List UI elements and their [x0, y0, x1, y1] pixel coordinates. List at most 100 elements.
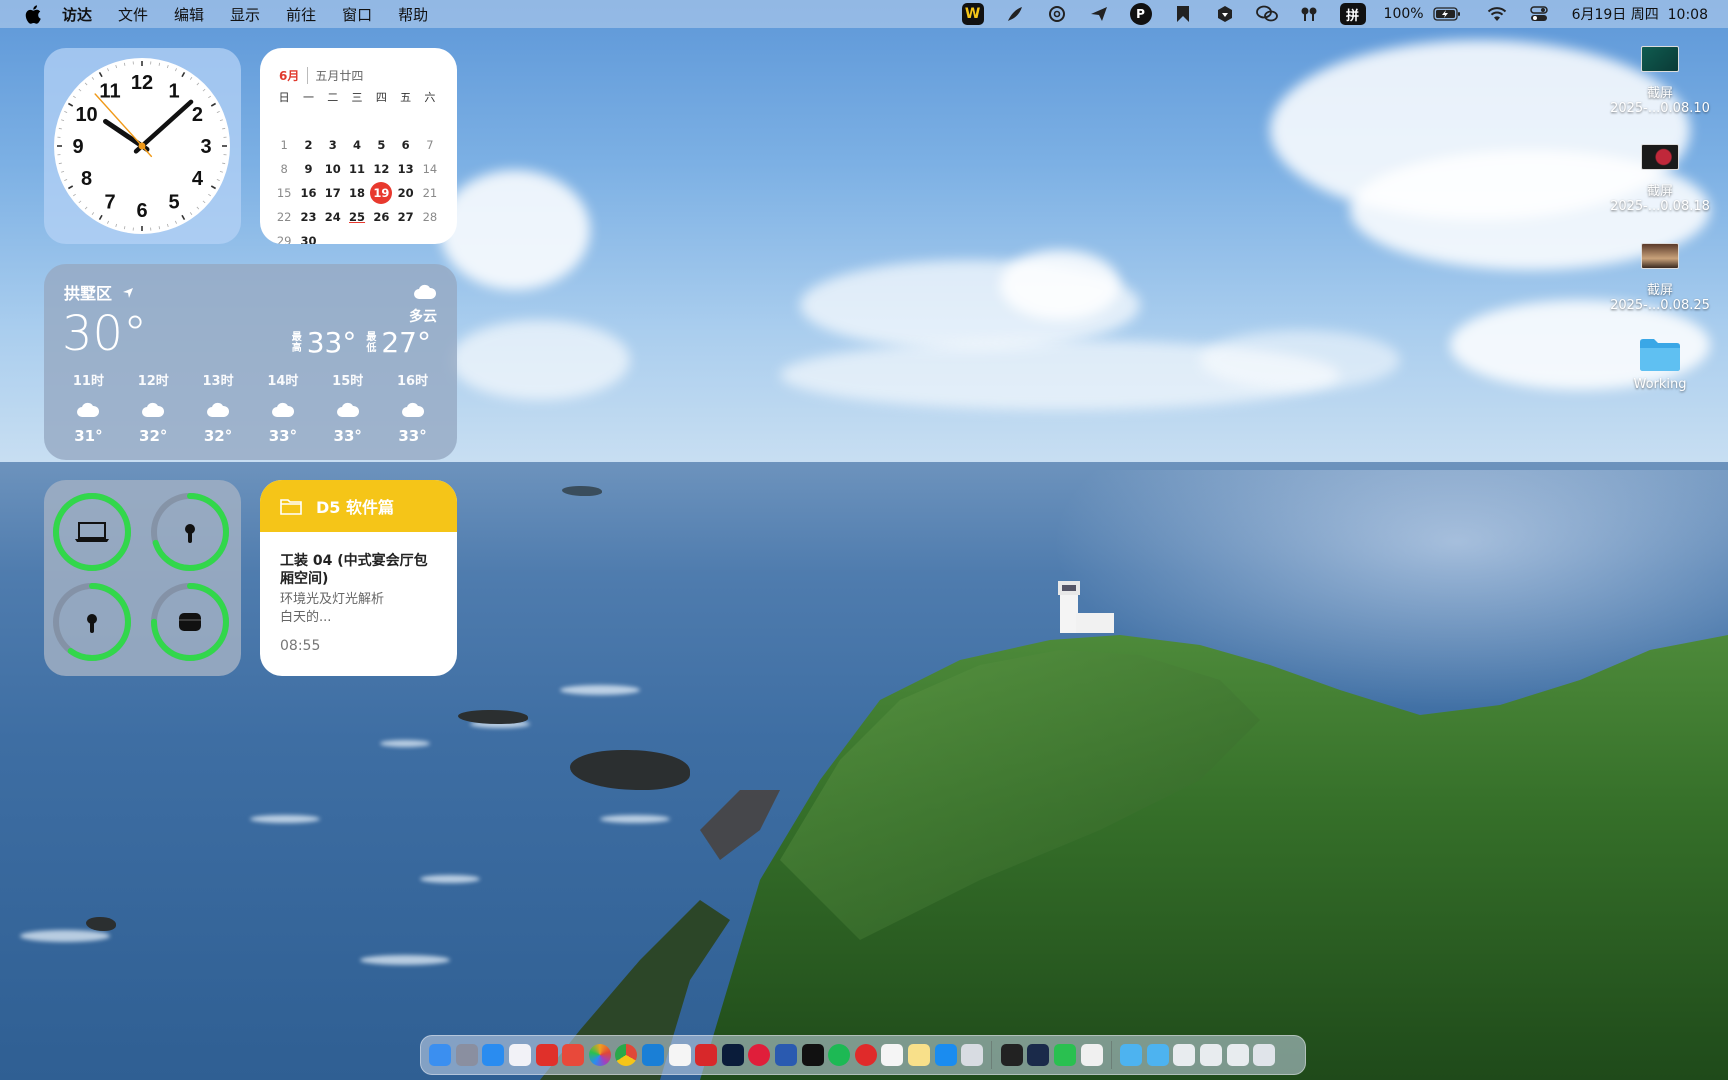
dock-preview-icon[interactable]	[961, 1044, 984, 1066]
menu-file[interactable]: 文件	[118, 4, 148, 25]
calendar-day[interactable]: 26	[369, 208, 393, 227]
calendar-day[interactable]: 27	[393, 208, 417, 227]
folder-icon	[280, 499, 302, 515]
dock-wps-icon[interactable]	[535, 1044, 558, 1066]
dock-cube-icon[interactable]	[1027, 1044, 1050, 1066]
location-arrow-icon	[122, 288, 133, 298]
cube-icon[interactable]	[1214, 3, 1236, 25]
dock-chatgpt-icon[interactable]	[881, 1044, 904, 1066]
dock-folder-1-icon[interactable]	[1120, 1044, 1143, 1066]
airpods-icon[interactable]	[1298, 3, 1320, 25]
desktop-file-screenshot-2[interactable]: 截屏 2025-...0.08.18	[1605, 144, 1715, 214]
menu-view[interactable]: 显示	[230, 4, 260, 25]
calendar-day[interactable]: 11	[345, 160, 369, 179]
dock-safari-icon[interactable]	[482, 1044, 505, 1066]
notes-widget[interactable]: D5 软件篇 工装 04 (中式宴会厅包厢空间) 环境光及灯光解析 白天的...…	[260, 480, 457, 676]
input-method-icon[interactable]: 拼	[1339, 3, 1366, 25]
calendar-day[interactable]: 7	[418, 136, 442, 155]
dock-folder-2-icon[interactable]	[1146, 1044, 1169, 1066]
calendar-day[interactable]: 13	[393, 160, 417, 179]
dock-app-store-icon[interactable]	[934, 1044, 957, 1066]
dock-stack-3-icon[interactable]	[1226, 1044, 1249, 1066]
calendar-widget[interactable]: 6月 五月廿四 日一二三四五六 1 2 3 4 5 6 7 8 9 10 11 12 13 14 15 16 17…	[260, 48, 457, 244]
dock-edge-icon[interactable]	[642, 1044, 665, 1066]
calendar-day[interactable]: 17	[321, 184, 345, 203]
weather-widget[interactable]: 拱墅区 30° 多云 最高 33° 最低 27° 11时 31° 12时 32° 13时…	[44, 264, 457, 460]
dock-trash-icon[interactable]	[1253, 1044, 1276, 1066]
dock-wechat-icon[interactable]	[1053, 1044, 1076, 1066]
dock-icloud-icon[interactable]	[1080, 1044, 1103, 1066]
calendar-day[interactable]: 4	[345, 136, 369, 155]
clock-numeral: 5	[168, 191, 179, 213]
calendar-day[interactable]: 1	[272, 136, 296, 155]
dock-freeform-icon[interactable]	[509, 1044, 532, 1066]
calendar-day[interactable]: 9	[296, 160, 320, 179]
desktop-file-screenshot-1[interactable]: 截屏 2025-...0.08.10	[1605, 46, 1715, 116]
calendar-day[interactable]: 8	[272, 160, 296, 179]
battery-icon[interactable]	[1432, 3, 1462, 25]
calendar-day[interactable]: 23	[296, 208, 320, 227]
calendar-day[interactable]: 24	[321, 208, 345, 227]
calendar-weekday: 五	[400, 91, 412, 104]
dock-netease-music-icon[interactable]	[854, 1044, 877, 1066]
dock-tiktok-icon[interactable]	[801, 1044, 824, 1066]
calendar-day[interactable]: 30	[296, 232, 320, 244]
calendar-day[interactable]: 18	[345, 184, 369, 203]
dock-stack-2-icon[interactable]	[1199, 1044, 1222, 1066]
feather-icon[interactable]	[1004, 3, 1026, 25]
batteries-widget[interactable]	[44, 480, 241, 676]
calendar-day-today[interactable]: 19	[369, 182, 393, 204]
calendar-day[interactable]: 21	[418, 184, 442, 203]
dock-pinterest-icon[interactable]	[748, 1044, 771, 1066]
dock-arc-icon[interactable]	[668, 1044, 691, 1066]
bookmark-icon[interactable]	[1172, 3, 1194, 25]
cloud-icon	[142, 402, 165, 417]
calendar-weekday: 一	[302, 91, 314, 104]
menu-window[interactable]: 窗口	[342, 4, 372, 25]
calendar-day[interactable]: 5	[369, 136, 393, 155]
dock-spotify-icon[interactable]	[828, 1044, 851, 1066]
apple-menu-icon[interactable]	[22, 3, 44, 25]
desktop-file-screenshot-3[interactable]: 截屏 2025-...0.08.25	[1605, 243, 1715, 313]
dock-acrobat-icon[interactable]	[695, 1044, 718, 1066]
dock-word-icon[interactable]	[775, 1044, 798, 1066]
dock-photoshop-icon[interactable]	[721, 1044, 744, 1066]
dock-chrome-icon[interactable]	[615, 1044, 638, 1066]
dock-stack-1-icon[interactable]	[1173, 1044, 1196, 1066]
dock-terminal-icon[interactable]	[1000, 1044, 1023, 1066]
calendar-day[interactable]: 15	[272, 184, 296, 203]
wps-icon[interactable]: W	[961, 3, 984, 25]
calendar-day[interactable]: 20	[393, 184, 417, 203]
wechat-icon[interactable]	[1255, 3, 1278, 25]
menu-finder[interactable]: 访达	[62, 4, 92, 25]
menu-go[interactable]: 前往	[286, 4, 316, 25]
calendar-day[interactable]: 14	[418, 160, 442, 179]
calendar-day[interactable]: 22	[272, 208, 296, 227]
p-icon[interactable]: P	[1129, 3, 1152, 25]
calendar-day[interactable]: 2	[296, 136, 320, 155]
control-center-icon[interactable]	[1528, 3, 1550, 25]
chatgpt-icon[interactable]	[1046, 3, 1068, 25]
clock-widget[interactable]: 1 2 3 4 5 6 7 8 9 10 11 12	[44, 48, 241, 244]
calendar-day[interactable]: 28	[418, 208, 442, 227]
calendar-day[interactable]: 6	[393, 136, 417, 155]
menu-edit[interactable]: 编辑	[174, 4, 204, 25]
desktop-folder-working[interactable]: Working	[1605, 337, 1715, 392]
send-icon[interactable]	[1088, 3, 1110, 25]
dock-photos-icon[interactable]	[588, 1044, 611, 1066]
dock-notes-icon[interactable]	[907, 1044, 930, 1066]
wifi-icon[interactable]	[1486, 3, 1508, 25]
calendar-day[interactable]: 12	[369, 160, 393, 179]
calendar-day[interactable]: 3	[321, 136, 345, 155]
menu-help[interactable]: 帮助	[398, 4, 428, 25]
hourly-forecast-item: 15时 33°	[315, 370, 380, 445]
calendar-day[interactable]: 25	[345, 208, 369, 227]
calendar-day[interactable]: 16	[296, 184, 320, 203]
dock-finder-icon[interactable]	[429, 1044, 452, 1066]
calendar-day[interactable]: 10	[321, 160, 345, 179]
dock-xmind-icon[interactable]	[562, 1044, 585, 1066]
hourly-forecast-item: 14时 33°	[250, 370, 315, 445]
dock-launchpad-icon[interactable]	[455, 1044, 478, 1066]
clock-datetime[interactable]: 6月19日 周四 10:08	[1572, 4, 1708, 24]
calendar-day[interactable]: 29	[272, 232, 296, 244]
